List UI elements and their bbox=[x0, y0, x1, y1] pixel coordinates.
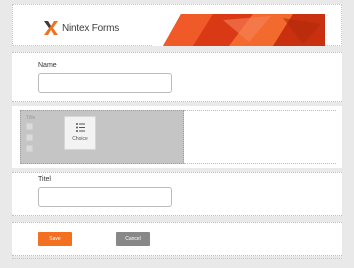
footer-divider bbox=[12, 258, 342, 259]
form-header: Nintex Forms bbox=[12, 4, 342, 46]
name-label: Name bbox=[38, 62, 57, 69]
ghost-checkbox bbox=[26, 134, 33, 141]
cancel-button[interactable]: Cancel bbox=[116, 232, 150, 246]
logo-text: Nintex Forms bbox=[62, 22, 120, 34]
name-input[interactable] bbox=[38, 73, 172, 93]
ghost-field-label: Title bbox=[26, 115, 36, 121]
drop-zone-outline bbox=[184, 110, 336, 164]
name-section: Name bbox=[12, 52, 342, 102]
form-canvas: Nintex Forms Name Title Choice Titel Sav… bbox=[0, 0, 354, 268]
form-footer: Save Cancel bbox=[12, 222, 342, 256]
choice-drop-section: Title Choice bbox=[12, 106, 342, 168]
titel-label: Titel bbox=[38, 176, 51, 183]
save-button[interactable]: Save bbox=[38, 232, 72, 246]
titel-section: Titel bbox=[12, 172, 342, 216]
ghost-checkbox bbox=[26, 145, 33, 152]
choice-control-tile[interactable]: Choice bbox=[64, 116, 96, 150]
nintex-logo: Nintex Forms bbox=[43, 19, 119, 37]
choice-tile-label: Choice bbox=[72, 136, 88, 142]
choice-drop-zone[interactable]: Title Choice bbox=[20, 110, 184, 164]
nintex-x-icon bbox=[44, 21, 58, 35]
header-banner bbox=[153, 14, 325, 46]
ghost-checkbox bbox=[26, 123, 33, 130]
titel-input[interactable] bbox=[38, 187, 172, 207]
list-icon bbox=[75, 123, 85, 132]
